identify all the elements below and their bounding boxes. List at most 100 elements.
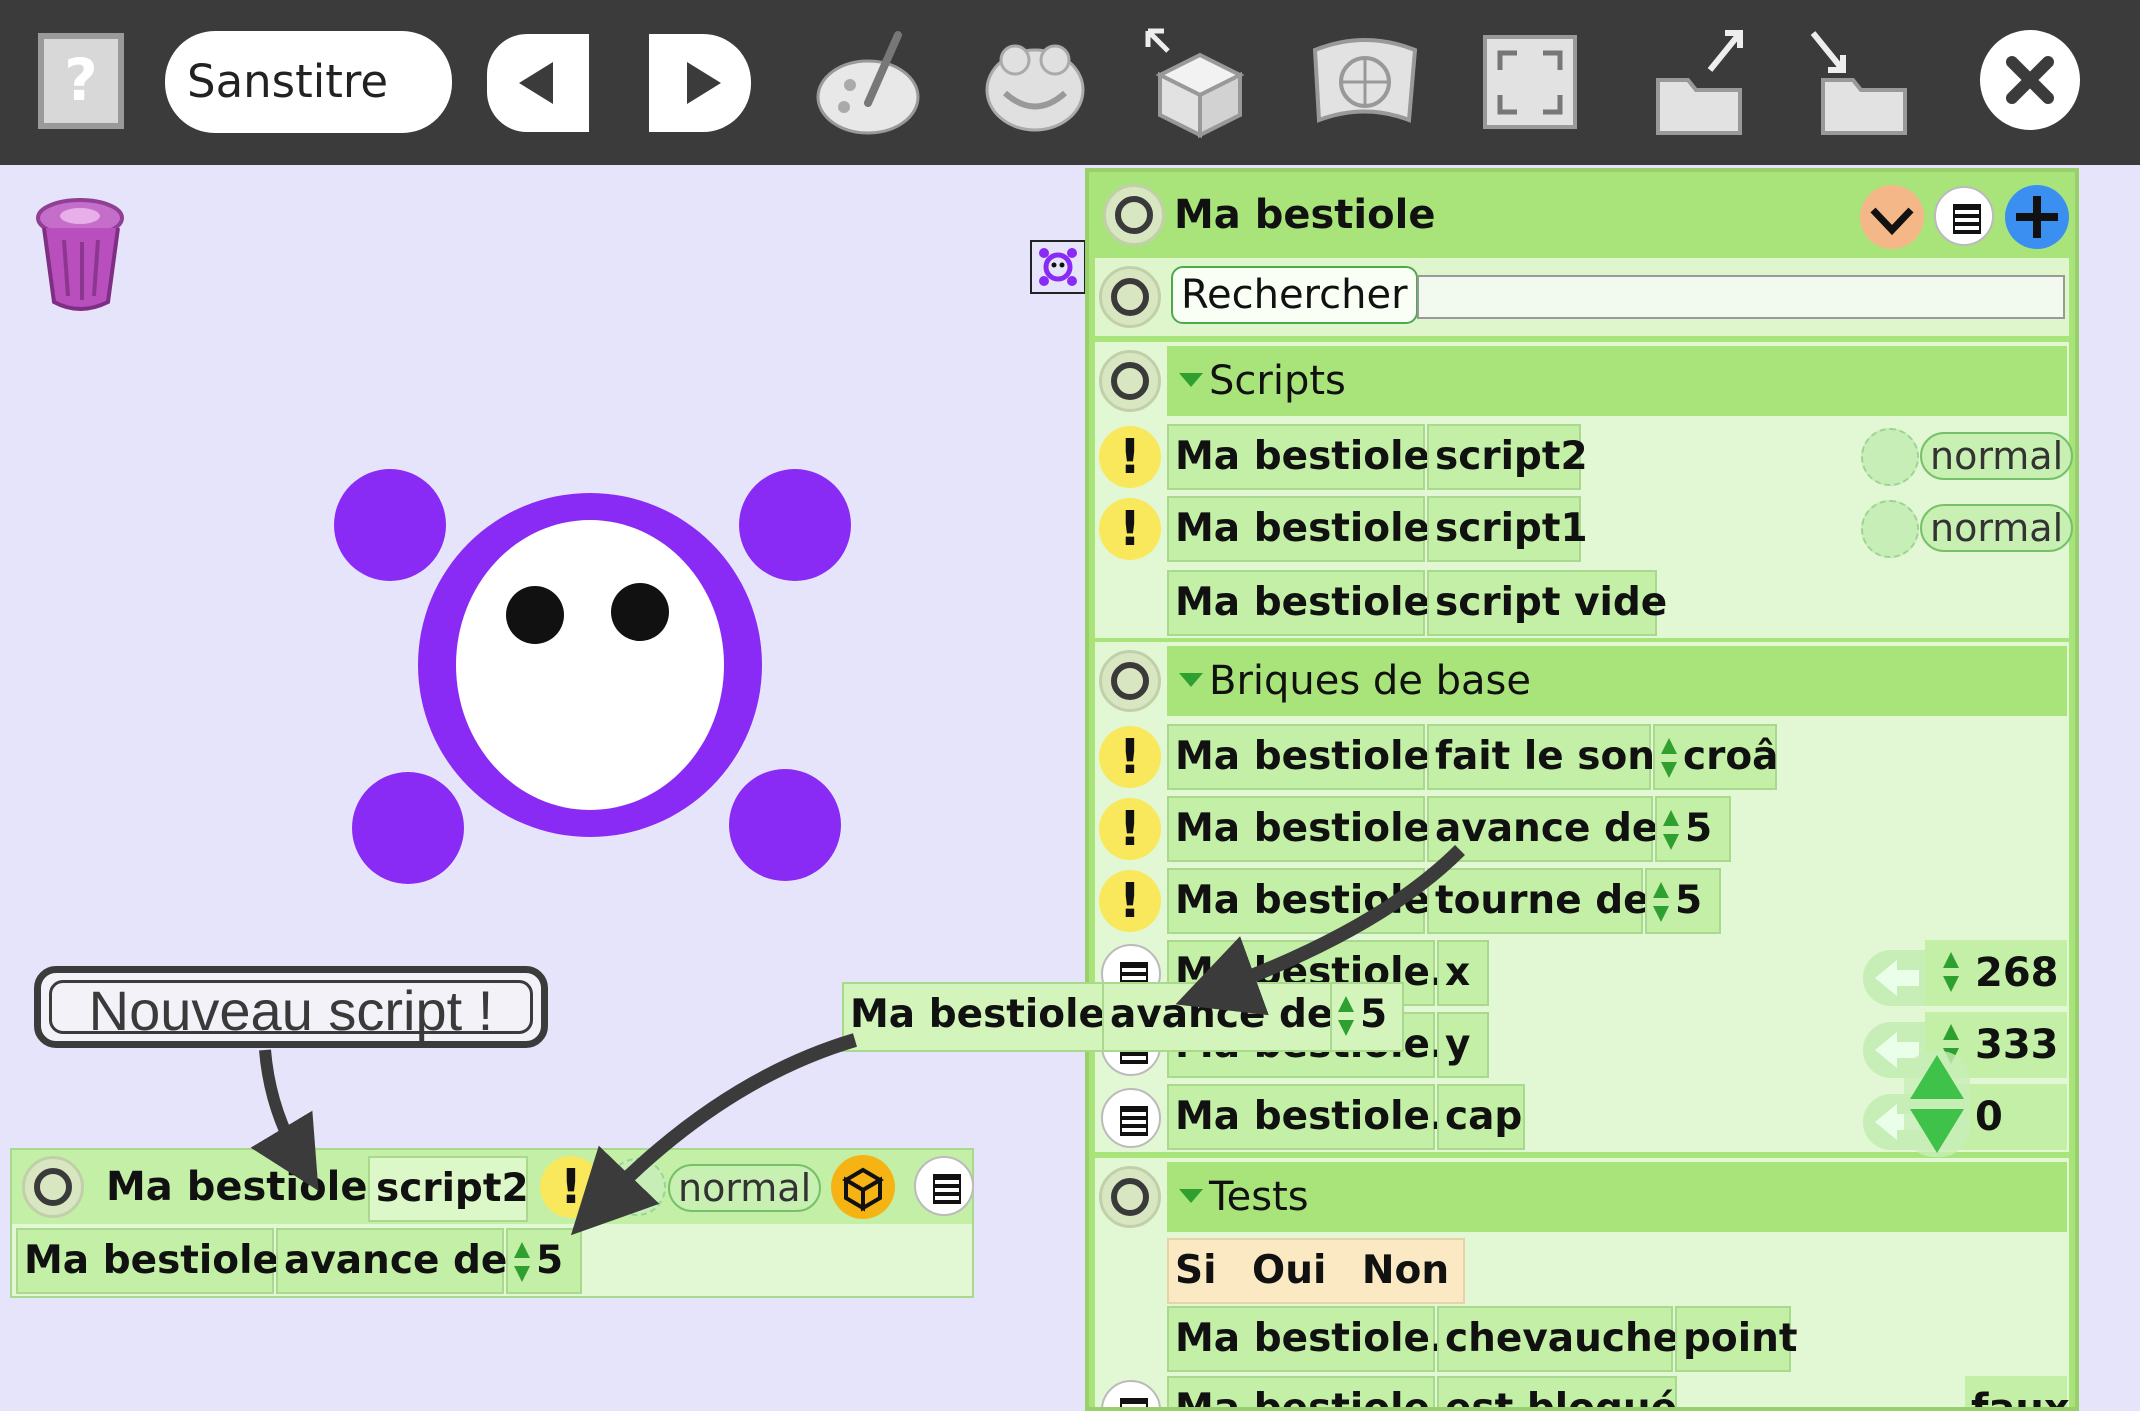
clock-icon[interactable] [1861,500,1919,558]
script-object-tile[interactable]: Ma bestiole [1167,570,1430,636]
script-name-field[interactable]: script2 [368,1156,529,1222]
empty-script-tile[interactable]: script vide [1427,570,1667,636]
turn-command-tile[interactable]: tourne de [1427,868,1650,934]
scripts-header[interactable]: Scripts [1167,346,2067,416]
script-name-tile[interactable]: script1 [1427,496,1588,562]
up-down-arrows-icon [1653,882,1669,922]
script-object-tile[interactable]: Ma bestiole [1167,424,1430,490]
close-button[interactable] [1980,30,2080,130]
script-line-amount-tile[interactable]: 5 [506,1228,582,1294]
help-button[interactable]: ? [38,33,124,129]
search-ring-icon[interactable] [1099,266,1161,328]
sprite-thumbnail[interactable] [1030,240,1086,294]
warning-icon[interactable]: ! [1099,726,1161,788]
status-pill[interactable]: normal [1920,432,2074,480]
y-property-tile[interactable]: y [1437,1012,1489,1078]
script-status-pill[interactable]: normal [668,1164,822,1212]
basics-header[interactable]: Briques de base [1167,646,2067,716]
world-map-icon[interactable] [1305,25,1425,140]
menu-icon[interactable] [1101,1380,1161,1407]
assign-arrow-icon[interactable] [1863,950,1933,1006]
dragged-amount-tile: 5 [1330,984,1402,1050]
basics-ring-icon[interactable] [1099,650,1161,712]
viewer-ring-icon[interactable] [1103,184,1165,246]
spinner-arrows-icon[interactable] [1902,1049,1972,1159]
turn-amount-tile[interactable]: 5 [1645,868,1721,934]
frog-viewer-icon[interactable] [975,25,1095,140]
script-object-tile[interactable]: Ma bestiole [1167,496,1430,562]
dragged-command-tile[interactable]: Ma bestiole avance de 5 [842,982,1404,1052]
search-input[interactable] [1417,275,2065,319]
project-title-field[interactable]: Sanstitre [165,31,452,133]
script-name-tile[interactable]: script2 [1427,424,1588,490]
tests-section: Tests Si Oui Non Ma bestiole. chevauche … [1095,1158,2070,1407]
menu-icon[interactable] [1101,1088,1161,1148]
if-then-else-tile[interactable]: Si Oui Non [1167,1238,1465,1304]
brick-object-tile[interactable]: Ma bestiole [1167,724,1430,790]
warning-icon[interactable]: ! [540,1156,602,1218]
dragged-amount: 5 [1360,992,1388,1037]
script-line-command-tile[interactable]: avance de [276,1228,507,1294]
up-down-arrows-icon [1338,996,1354,1036]
brick-object-tile[interactable]: Ma bestiole [1167,796,1430,862]
export-folder-icon[interactable] [1640,25,1760,140]
yes-label: Oui [1252,1248,1327,1293]
object-viewer-panel: Ma bestiole Rechercher Scripts ! Ma best… [1085,168,2079,1411]
x-value[interactable]: 268 [1925,940,2067,1006]
script-object-label: Ma bestiole [106,1164,368,1210]
overlaps-command-tile[interactable]: chevauche [1437,1306,1679,1372]
status-pill[interactable]: normal [1920,504,2074,552]
basics-title: Briques de base [1209,658,1531,704]
import-folder-icon[interactable] [1805,25,1925,140]
script-line-amount: 5 [536,1238,564,1283]
trash-icon[interactable] [30,192,130,318]
warning-icon[interactable]: ! [1099,798,1161,860]
tests-title: Tests [1209,1174,1309,1220]
toolbar: ? Sanstitre [0,0,2140,165]
blocked-value[interactable]: faux [1965,1376,2070,1407]
sound-argument-tile[interactable]: croâ [1653,724,1778,790]
right-arrow-icon [687,62,721,104]
tests-ring-icon[interactable] [1099,1166,1161,1228]
clock-icon[interactable] [608,1158,666,1216]
test-object-tile[interactable]: Ma bestiole. [1167,1306,1445,1372]
viewer-menu-icon[interactable] [1934,186,1994,246]
script-editor: Ma bestiole script2 ! normal Ma bestiole… [10,1148,974,1298]
test-object-tile[interactable]: Ma bestiole [1167,1376,1435,1407]
script-line-object-tile[interactable]: Ma bestiole [16,1228,279,1294]
creature-sprite[interactable] [330,460,860,890]
tests-header[interactable]: Tests [1167,1162,2067,1232]
next-page-button[interactable] [649,34,751,132]
forward-command-tile[interactable]: avance de [1427,796,1658,862]
turn-amount: 5 [1675,878,1703,923]
y-value-text: 333 [1975,1022,2059,1068]
brick-object-tile[interactable]: Ma bestiole [1167,868,1430,934]
x-property-tile[interactable]: x [1437,940,1489,1006]
heading-property-tile[interactable]: cap [1437,1084,1525,1150]
up-down-arrows-icon [1661,738,1677,778]
script-ring-icon[interactable] [22,1156,84,1218]
blocked-command-tile[interactable]: est bloqué [1437,1376,1677,1407]
script-menu-icon[interactable] [914,1156,974,1216]
bubble-pointer-arrow [250,1049,319,1191]
paint-brush-icon[interactable] [810,25,930,140]
object-catalog-icon[interactable] [830,1154,896,1220]
clock-icon[interactable] [1861,428,1919,486]
add-icon[interactable] [2004,184,2070,250]
dragged-object-tile: Ma bestiole [844,984,1105,1050]
point-argument-tile[interactable]: point [1675,1306,1798,1372]
previous-page-button[interactable] [487,34,589,132]
warning-icon[interactable]: ! [1099,498,1161,560]
warning-icon[interactable]: ! [1099,870,1161,932]
sound-command-tile[interactable]: fait le son [1427,724,1655,790]
fullscreen-icon[interactable] [1470,25,1590,140]
object-catalog-icon[interactable] [1140,25,1260,140]
forward-amount-tile[interactable]: 5 [1655,796,1731,862]
brick-object-tile[interactable]: Ma bestiole. [1167,1084,1445,1150]
scripts-ring-icon[interactable] [1099,350,1161,412]
warning-icon[interactable]: ! [1099,426,1161,488]
left-arrow-icon [519,62,553,104]
up-down-arrows-icon [1943,952,1959,992]
chevron-down-icon[interactable] [1859,184,1925,250]
search-label: Rechercher [1171,266,1418,324]
